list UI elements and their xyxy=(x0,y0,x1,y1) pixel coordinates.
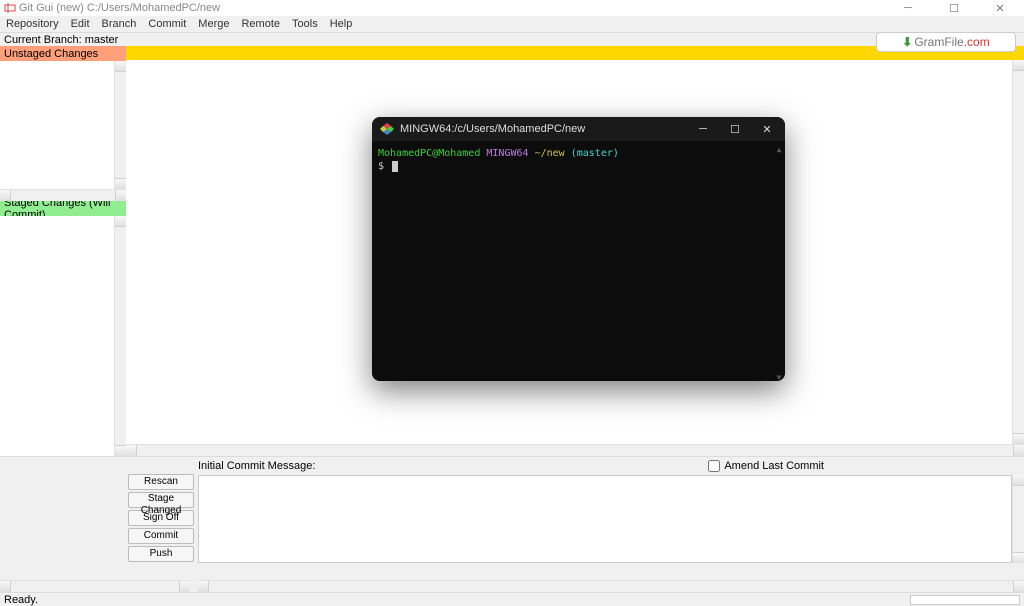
diff-hscroll[interactable] xyxy=(126,444,1024,456)
staged-vscroll[interactable] xyxy=(114,216,126,456)
unstaged-vscroll[interactable] xyxy=(114,61,126,189)
sign-off-button[interactable]: Sign Off xyxy=(128,510,194,526)
cursor-icon xyxy=(392,161,398,172)
window-titlebar: Git Gui (new) C:/Users/MohamedPC/new ─ ☐… xyxy=(0,0,1024,16)
watermark-name: GramFile xyxy=(914,35,963,49)
app-icon xyxy=(4,2,16,14)
amend-label: Amend Last Commit xyxy=(724,460,824,472)
terminal-vscroll[interactable]: ▲ ▼ xyxy=(775,143,783,379)
menu-repository[interactable]: Repository xyxy=(6,18,59,30)
commit-message-textarea[interactable] xyxy=(198,475,1012,563)
unstaged-hscroll[interactable] xyxy=(0,189,126,201)
unstaged-header[interactable]: Unstaged Changes xyxy=(0,46,126,61)
watermark-tld: .com xyxy=(964,35,990,49)
prompt-path: ~/new xyxy=(535,148,565,159)
amend-last-commit-option[interactable]: Amend Last Commit xyxy=(708,460,824,472)
action-buttons: Rescan Stage Changed Sign Off Commit Pus… xyxy=(0,457,198,576)
close-button[interactable]: ✕ xyxy=(986,2,1014,15)
status-right-box xyxy=(910,595,1020,605)
terminal-close-button[interactable]: ✕ xyxy=(757,123,777,136)
window-title: Git Gui (new) C:/Users/MohamedPC/new xyxy=(19,2,894,14)
menu-branch[interactable]: Branch xyxy=(102,18,137,30)
amend-checkbox[interactable] xyxy=(708,460,720,472)
menu-edit[interactable]: Edit xyxy=(71,18,90,30)
menu-tools[interactable]: Tools xyxy=(292,18,318,30)
bottom-left-hscroll[interactable] xyxy=(0,580,190,592)
maximize-button[interactable]: ☐ xyxy=(940,2,968,15)
prompt-branch: (master) xyxy=(571,148,619,159)
branch-label: Current Branch: master xyxy=(0,32,1024,46)
chevron-down-icon[interactable]: ▼ xyxy=(775,371,783,379)
commit-vscroll[interactable] xyxy=(1012,475,1024,563)
download-icon: ⬇ xyxy=(902,35,912,49)
gramfile-watermark: ⬇ GramFile .com xyxy=(876,32,1016,52)
rescan-button[interactable]: Rescan xyxy=(128,474,194,490)
terminal-input-line[interactable]: $ xyxy=(378,160,779,173)
staged-header[interactable]: Staged Changes (Will Commit) xyxy=(0,201,126,216)
terminal-maximize-button[interactable]: ☐ xyxy=(725,123,745,136)
chevron-up-icon[interactable]: ▲ xyxy=(775,143,783,151)
menu-remote[interactable]: Remote xyxy=(241,18,280,30)
terminal-minimize-button[interactable]: ─ xyxy=(693,123,713,136)
terminal-title: MINGW64:/c/Users/MohamedPC/new xyxy=(400,123,693,135)
statusbar: Ready. xyxy=(0,592,1024,606)
bottom-right-hscroll[interactable] xyxy=(198,580,1024,592)
unstaged-file-list[interactable] xyxy=(0,61,114,189)
terminal-titlebar[interactable]: MINGW64:/c/Users/MohamedPC/new ─ ☐ ✕ xyxy=(372,117,785,141)
terminal-body[interactable]: MohamedPC@Mohamed MINGW64 ~/new (master)… xyxy=(372,141,785,381)
terminal-app-icon xyxy=(380,122,394,136)
status-text: Ready. xyxy=(4,594,38,606)
menu-merge[interactable]: Merge xyxy=(198,18,229,30)
commit-button[interactable]: Commit xyxy=(128,528,194,544)
prompt-user: MohamedPC@Mohamed xyxy=(378,148,480,159)
push-button[interactable]: Push xyxy=(128,546,194,562)
prompt-host: MINGW64 xyxy=(486,148,528,159)
commit-message-label: Initial Commit Message: xyxy=(198,460,315,472)
diff-vscroll[interactable] xyxy=(1012,60,1024,444)
prompt-symbol: $ xyxy=(378,161,384,172)
menu-help[interactable]: Help xyxy=(330,18,353,30)
minimize-button[interactable]: ─ xyxy=(894,2,922,14)
terminal-window[interactable]: MINGW64:/c/Users/MohamedPC/new ─ ☐ ✕ Moh… xyxy=(372,117,785,381)
menu-commit[interactable]: Commit xyxy=(148,18,186,30)
menubar: Repository Edit Branch Commit Merge Remo… xyxy=(0,16,1024,32)
stage-changed-button[interactable]: Stage Changed xyxy=(128,492,194,508)
staged-file-list[interactable] xyxy=(0,216,114,456)
terminal-prompt-line: MohamedPC@Mohamed MINGW64 ~/new (master) xyxy=(378,147,779,160)
